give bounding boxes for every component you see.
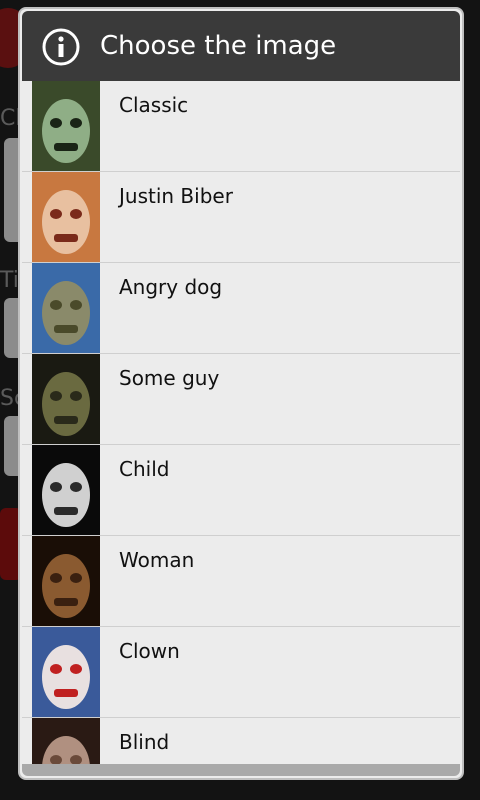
image-thumbnail	[32, 627, 100, 717]
list-item[interactable]: Justin Biber	[22, 172, 460, 263]
dialog-title: Choose the image	[100, 31, 337, 61]
list-item[interactable]: Child	[22, 445, 460, 536]
image-thumbnail	[32, 172, 100, 262]
image-list[interactable]: Classic Justin Biber Angry dog Some guy Chil…	[22, 81, 460, 766]
list-item-label: Clown	[119, 639, 180, 663]
list-item-label: Some guy	[119, 366, 220, 390]
list-item-label: Blind	[119, 730, 170, 754]
choose-image-dialog: Choose the image Classic Justin Biber Angr…	[18, 7, 464, 780]
list-item-label: Justin Biber	[119, 184, 233, 208]
list-item-label: Angry dog	[119, 275, 223, 299]
dialog-footer	[22, 764, 460, 776]
list-item[interactable]: Woman	[22, 536, 460, 627]
image-thumbnail	[32, 536, 100, 626]
list-item[interactable]: Some guy	[22, 354, 460, 445]
screen: Ch Ti Sc Choose the image Classic Justin …	[0, 0, 480, 800]
image-thumbnail	[32, 263, 100, 353]
list-item[interactable]: Angry dog	[22, 263, 460, 354]
list-item-label: Classic	[119, 93, 189, 117]
image-thumbnail	[32, 718, 100, 766]
image-thumbnail	[32, 354, 100, 444]
list-item-label: Child	[119, 457, 170, 481]
dialog-header: Choose the image	[22, 11, 460, 83]
list-item[interactable]: Blind	[22, 718, 460, 766]
list-item[interactable]: Classic	[22, 81, 460, 172]
info-icon	[42, 28, 80, 66]
list-item-label: Woman	[119, 548, 195, 572]
list-item[interactable]: Clown	[22, 627, 460, 718]
image-thumbnail	[32, 445, 100, 535]
image-thumbnail	[32, 81, 100, 171]
